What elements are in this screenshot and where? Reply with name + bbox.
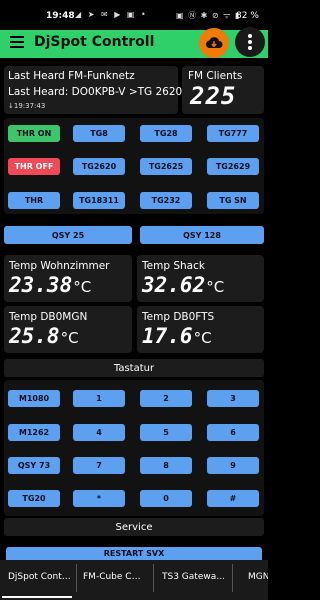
active-tab-indicator [2,596,72,598]
fm-clients-label: FM Clients [188,70,243,82]
tab-fm-cube[interactable]: FM-Cube C… [83,572,147,588]
tab-ts3-gateway[interactable]: TS3 Gatewa… [162,572,224,588]
key-8-button[interactable]: 8 [140,457,192,474]
tg18311-button[interactable]: TG18311 [73,192,125,209]
tg777-button[interactable]: TG777 [207,125,259,142]
last-heard-time: 19:37:43 [13,102,46,110]
temp-label: Temp Wohnzimmer [9,260,110,272]
tg20-button[interactable]: TG20 [8,490,60,507]
last-heard-title: Last Heard FM-Funknetz [8,70,135,82]
last-heard-time-row: ↓19:37:43 [8,102,45,110]
temp-value: 23.38 [9,273,73,297]
key-star-button[interactable]: * [73,490,125,507]
temp-label: Temp DB0MGN [9,311,88,323]
temp-unit: °C [206,278,225,296]
key-9-button[interactable]: 9 [207,457,259,474]
m1262-button[interactable]: M1262 [8,424,60,441]
thr-button[interactable]: THR [8,192,60,209]
notification-icons: ◢ ➤ ✉ ▶ ▣ • [75,10,148,19]
more-options-icon[interactable] [235,27,265,57]
temp-label: Temp Shack [142,260,205,272]
temp-label: Temp DB0FTS [142,311,215,323]
tab-divider [153,564,154,592]
key-5-button[interactable]: 5 [140,424,192,441]
key-2-button[interactable]: 2 [140,390,192,407]
bottom-tab-bar: DjSpot Cont… FM-Cube C… TS3 Gatewa… MGN [0,560,268,600]
temp-card-wohnzimmer: Temp Wohnzimmer 23.38°C [4,255,132,302]
qsy73-button[interactable]: QSY 73 [8,457,60,474]
keypad-header: Tastatur [4,359,264,377]
fm-clients-card: FM Clients 225 [182,66,264,114]
key-6-button[interactable]: 6 [207,424,259,441]
temp-value: 17.6 [142,324,193,348]
key-7-button[interactable]: 7 [73,457,125,474]
qsy25-button[interactable]: QSY 25 [4,226,132,244]
fm-clients-value: 225 [190,82,237,110]
temp-value-row: 32.62°C [142,273,224,297]
tab-divider [76,564,77,592]
tg-sn-button[interactable]: TG SN [207,192,259,209]
temp-value: 32.62 [142,273,206,297]
system-icons: ▣ Ⓝ ✱ ⊘ ᯤ ▮ [176,11,241,20]
tab-mgn[interactable]: MGN [248,572,268,588]
tg28-button[interactable]: TG28 [140,125,192,142]
temp-unit: °C [73,278,92,296]
status-time: 19:48 [46,11,75,21]
temp-unit: °C [60,329,79,347]
tg2625-button[interactable]: TG2625 [140,158,192,175]
temp-value-row: 17.6°C [142,324,212,348]
service-header: Service [4,518,264,536]
temp-card-shack: Temp Shack 32.62°C [137,255,264,302]
temp-card-db0mgn: Temp DB0MGN 25.8°C [4,306,132,353]
tg8-button[interactable]: TG8 [73,125,125,142]
thr-off-button[interactable]: THR OFF [8,158,60,175]
tg232-button[interactable]: TG232 [140,192,192,209]
last-heard-line: Last Heard: DO0KPB-V >TG 26207 [8,86,189,98]
tab-djspot[interactable]: DjSpot Cont… [8,572,72,588]
thr-on-button[interactable]: THR ON [8,125,60,142]
status-bar: 19:48 ◢ ➤ ✉ ▶ ▣ • ▣ Ⓝ ✱ ⊘ ᯤ ▮ 82 % [0,0,268,30]
cloud-download-icon [206,37,223,48]
tg2629-button[interactable]: TG2629 [207,158,259,175]
temp-card-db0fts: Temp DB0FTS 17.6°C [137,306,264,353]
qsy128-button[interactable]: QSY 128 [140,226,264,244]
app-title: DjSpot Controll [34,34,155,50]
menu-icon[interactable] [10,36,24,48]
temp-value-row: 25.8°C [9,324,79,348]
key-4-button[interactable]: 4 [73,424,125,441]
temp-value-row: 23.38°C [9,273,91,297]
key-1-button[interactable]: 1 [73,390,125,407]
key-3-button[interactable]: 3 [207,390,259,407]
temp-unit: °C [193,329,212,347]
app-bar: DjSpot Controll [0,27,268,58]
key-0-button[interactable]: 0 [140,490,192,507]
key-hash-button[interactable]: # [207,490,259,507]
last-heard-card: Last Heard FM-Funknetz Last Heard: DO0KP… [4,66,189,114]
tab-divider [232,564,233,592]
cloud-download-button[interactable] [199,28,229,58]
tg2620-button[interactable]: TG2620 [73,158,125,175]
battery-level: 82 % [236,11,259,21]
m1080-button[interactable]: M1080 [8,390,60,407]
temp-value: 25.8 [9,324,60,348]
